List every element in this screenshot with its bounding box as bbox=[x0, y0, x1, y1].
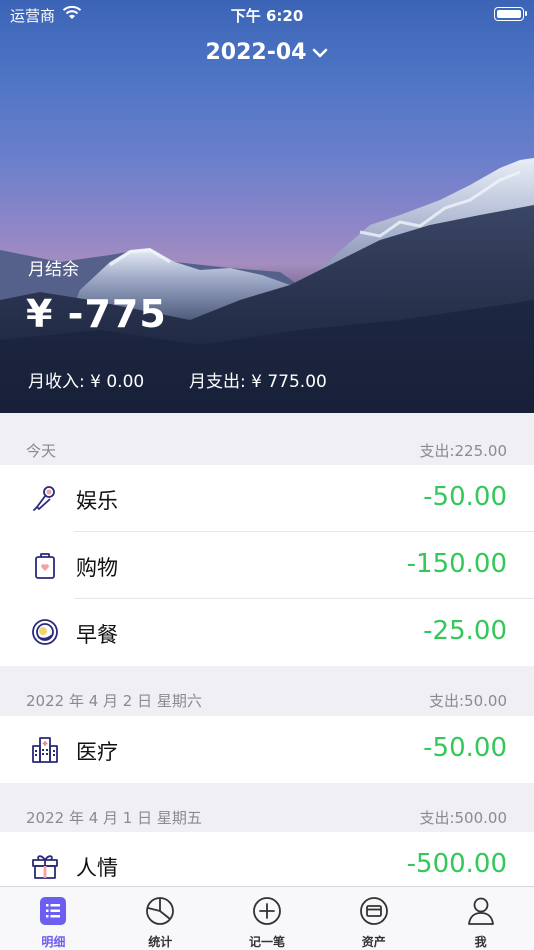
status-time: 下午 6:20 bbox=[230, 7, 304, 25]
transaction-amount: -150.00 bbox=[406, 549, 507, 579]
monthly-expense: 月支出: ¥ 775.00 bbox=[189, 372, 327, 392]
breakfast-plate-icon bbox=[32, 619, 58, 645]
section-total: 支出:500.00 bbox=[419, 809, 507, 827]
tab-label: 明细 bbox=[41, 935, 66, 949]
tab-label: 资产 bbox=[361, 935, 386, 949]
tab-bar: 明细 统计 记一笔 资产 我 bbox=[0, 886, 534, 950]
user-icon bbox=[467, 897, 494, 925]
status-bar: 运营商 下午 6:20 bbox=[0, 0, 534, 28]
tab-profile[interactable]: 我 bbox=[427, 887, 534, 950]
hospital-icon bbox=[32, 737, 58, 763]
transaction-row[interactable]: 娱乐 -50.00 bbox=[0, 465, 534, 532]
section-header: 2022 年 4 月 1 日 星期五 支出:500.00 bbox=[0, 783, 534, 833]
category-name: 购物 bbox=[76, 556, 118, 580]
transaction-amount: -25.00 bbox=[423, 616, 507, 646]
section-header: 今天 支出:225.00 bbox=[0, 413, 534, 463]
battery-icon bbox=[494, 7, 527, 21]
header-hero: 运营商 下午 6:20 2022-04 月结余 ¥ -775 月收入: ¥ 0.… bbox=[0, 0, 534, 413]
tab-label: 我 bbox=[474, 935, 487, 949]
list-icon bbox=[40, 897, 67, 925]
pie-chart-icon bbox=[146, 897, 175, 925]
section-header: 2022 年 4 月 2 日 星期六 支出:50.00 bbox=[0, 666, 534, 716]
shopping-bag-icon bbox=[35, 553, 55, 579]
monthly-income: 月收入: ¥ 0.00 bbox=[28, 372, 145, 392]
tab-assets[interactable]: 资产 bbox=[320, 887, 427, 950]
section-total: 支出:50.00 bbox=[429, 692, 507, 710]
transaction-amount: -50.00 bbox=[423, 482, 507, 512]
section-total: 支出:225.00 bbox=[419, 442, 507, 460]
transaction-row[interactable]: 购物 -150.00 bbox=[0, 532, 534, 599]
section-date: 2022 年 4 月 2 日 星期六 bbox=[26, 692, 202, 710]
transaction-amount: -500.00 bbox=[406, 849, 507, 879]
tab-label: 记一笔 bbox=[248, 935, 285, 949]
add-circle-icon bbox=[253, 897, 281, 925]
balance-label: 月结余 bbox=[28, 260, 79, 280]
gift-icon bbox=[32, 855, 58, 879]
section-date: 今天 bbox=[26, 442, 57, 460]
wallet-card-icon bbox=[359, 897, 388, 925]
balance-amount: ¥ -775 bbox=[26, 292, 167, 336]
category-name: 医疗 bbox=[76, 740, 118, 764]
transaction-row[interactable]: 医疗 -50.00 bbox=[0, 716, 534, 783]
section-date: 2022 年 4 月 1 日 星期五 bbox=[26, 809, 202, 827]
tab-details[interactable]: 明细 bbox=[0, 887, 107, 950]
tab-add-record[interactable]: 记一笔 bbox=[214, 887, 321, 950]
microphone-icon bbox=[33, 486, 55, 511]
transaction-row[interactable]: 早餐 -25.00 bbox=[0, 599, 534, 666]
category-name: 人情 bbox=[76, 856, 118, 880]
tab-label: 统计 bbox=[148, 935, 173, 949]
transaction-amount: -50.00 bbox=[423, 733, 507, 763]
category-name: 娱乐 bbox=[76, 489, 118, 513]
chevron-down-icon bbox=[313, 48, 328, 58]
category-name: 早餐 bbox=[76, 623, 118, 647]
tab-statistics[interactable]: 统计 bbox=[107, 887, 214, 950]
month-picker[interactable]: 2022-04 bbox=[0, 40, 534, 65]
month-label: 2022-04 bbox=[205, 40, 307, 65]
